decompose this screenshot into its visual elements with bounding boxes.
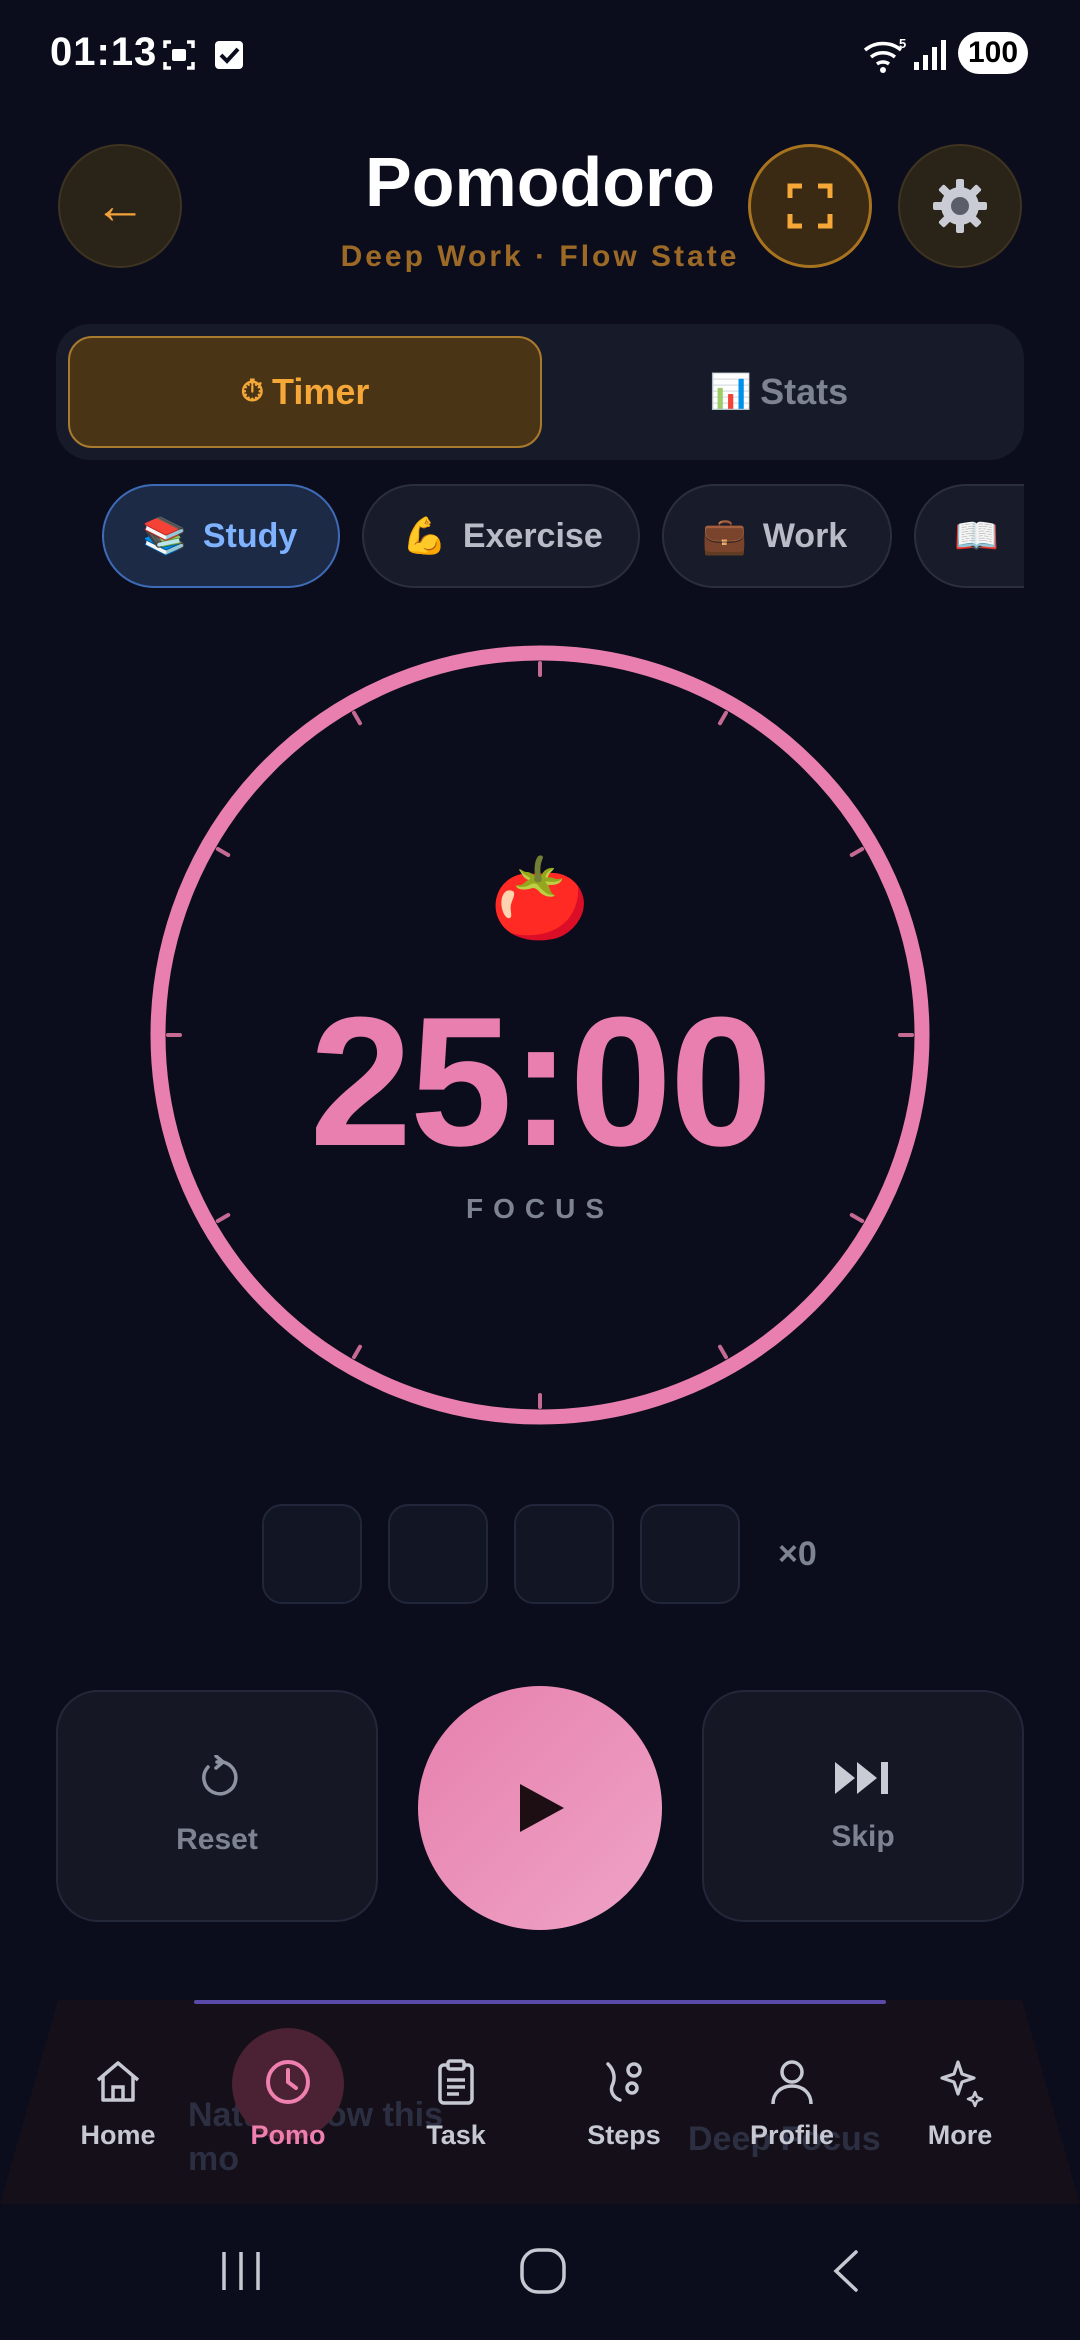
bar-chart-icon: 📊 <box>709 373 753 411</box>
play-icon <box>520 1784 564 1832</box>
nav-label: Task <box>426 2120 486 2150</box>
reset-label: Reset <box>176 1823 258 1856</box>
nav-item-steps[interactable]: Steps <box>544 2056 704 2151</box>
sparkles-icon <box>940 2060 984 2108</box>
briefcase-icon: 💼 <box>702 515 747 556</box>
back-nav-icon[interactable] <box>826 2248 866 2294</box>
flexed-biceps-icon: 💪 <box>402 515 447 556</box>
svg-text:5: 5 <box>899 36 906 51</box>
chip-study[interactable]: 📚 Study <box>102 484 340 588</box>
home-icon <box>96 2061 140 2102</box>
nav-item-home[interactable]: Home <box>38 2056 198 2151</box>
play-button[interactable] <box>418 1686 662 1930</box>
books-icon: 📚 <box>142 515 187 556</box>
reset-icon <box>202 1755 238 1796</box>
skip-icon <box>835 1762 888 1794</box>
recent-apps-icon[interactable] <box>218 2248 264 2294</box>
tab-stats-label: Stats <box>760 371 849 412</box>
stopwatch-icon: ⏱ <box>240 375 264 408</box>
phase-label: FOCUS <box>466 1193 614 1224</box>
chip-label: Study <box>202 516 298 555</box>
ring-tick <box>352 1344 362 1360</box>
nav-divider <box>194 2000 886 2004</box>
signal-icon <box>914 40 946 70</box>
fullscreen-icon <box>787 183 833 229</box>
ring-tick <box>352 710 362 726</box>
timer-display: 25:00 <box>309 978 773 1184</box>
settings-button[interactable] <box>898 144 1022 268</box>
nav-label: Steps <box>587 2120 661 2150</box>
session-dot <box>640 1504 740 1604</box>
status-time: 01:13 <box>50 30 158 74</box>
ring-tick <box>718 1344 728 1360</box>
session-dot <box>262 1504 362 1604</box>
nav-label: Profile <box>749 2120 835 2150</box>
ring-tick <box>718 710 728 726</box>
wifi-icon: 5 <box>863 36 906 73</box>
nav-label: Home <box>80 2120 156 2150</box>
category-chips: 📚 Study 💪 Exercise 💼 Work 📖 <box>0 484 1024 594</box>
steps-icon <box>606 2062 642 2102</box>
nav-item-more[interactable]: More <box>880 2056 1040 2151</box>
reset-button[interactable]: Reset <box>56 1690 378 1922</box>
chip-label: Exercise <box>462 516 603 555</box>
session-count: ×0 <box>778 1535 817 1573</box>
tomato-icon: 🍅 <box>490 854 590 943</box>
nav-label: Pomo <box>250 2120 326 2150</box>
check-square-icon <box>215 41 243 69</box>
session-dot <box>388 1504 488 1604</box>
chip-reading[interactable]: 📖 <box>914 484 1024 588</box>
chip-work[interactable]: 💼 Work <box>662 484 892 588</box>
screenshot-icon <box>163 40 195 70</box>
system-nav-bar <box>0 2204 1080 2340</box>
skip-label: Skip <box>831 1820 895 1853</box>
user-icon <box>771 2060 813 2105</box>
chip-exercise[interactable]: 💪 Exercise <box>362 484 640 588</box>
chip-label: Work <box>762 516 848 555</box>
nav-item-pomo[interactable]: Pomo <box>208 2056 368 2151</box>
skip-button[interactable]: Skip <box>702 1690 1024 1922</box>
open-book-icon: 📖 <box>954 515 999 556</box>
battery-indicator: 100 <box>958 32 1028 74</box>
tab-timer[interactable]: ⏱ Timer <box>68 336 542 448</box>
clock-icon <box>266 2060 310 2104</box>
tab-stats[interactable]: 📊 Stats <box>546 336 1012 448</box>
session-dot <box>514 1504 614 1604</box>
home-button-icon[interactable] <box>518 2246 568 2296</box>
tab-timer-label: Timer <box>272 371 370 412</box>
nav-label: More <box>927 2120 993 2150</box>
gear-icon <box>933 179 987 233</box>
nav-item-task[interactable]: Task <box>376 2056 536 2151</box>
fullscreen-button[interactable] <box>748 144 872 268</box>
clipboard-icon <box>438 2059 474 2105</box>
nav-item-profile[interactable]: Profile <box>712 2056 872 2151</box>
